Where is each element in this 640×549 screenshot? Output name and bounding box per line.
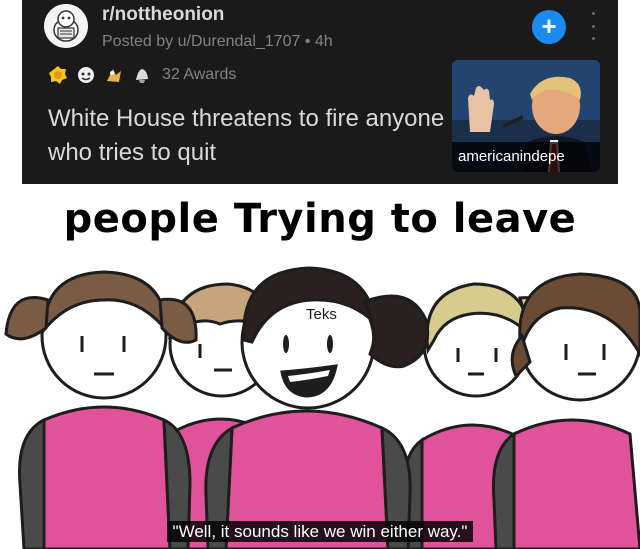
post-title[interactable]: White House threatens to fire anyone who…	[48, 102, 448, 170]
watermark-text: Teks	[306, 306, 337, 323]
silver-award-icon	[136, 69, 148, 83]
subreddit-avatar-icon[interactable]	[44, 4, 88, 48]
subreddit-name[interactable]: r/nottheonion	[102, 4, 224, 26]
post-thumbnail[interactable]: americanindepe	[452, 60, 600, 172]
helpful-award-icon	[78, 67, 94, 83]
gold-award-icon	[49, 66, 67, 84]
reddit-post-card[interactable]: r/nottheonion Posted by u/Durendal_1707 …	[22, 0, 618, 184]
character-front-left	[4, 270, 198, 549]
awards-row[interactable]: 32 Awards	[48, 64, 236, 86]
thumbnail-domain: americanindepe	[452, 142, 600, 172]
awards-count: 32 Awards	[162, 66, 237, 83]
subtitle-text: "Well, it sounds like we win either way.…	[166, 521, 474, 542]
more-options-icon[interactable]	[590, 12, 596, 40]
subtitle-caption: "Well, it sounds like we win either way.…	[0, 521, 640, 542]
meme-caption: people Trying to leave	[63, 196, 577, 242]
wholesome-award-icon	[107, 69, 121, 82]
post-meta: Posted by u/Durendal_1707 • 4h	[102, 33, 333, 50]
join-button[interactable]: +	[532, 10, 566, 44]
cartoon-illustration: .line { stroke: #1d1d1d; stroke-width: 3…	[4, 266, 640, 549]
